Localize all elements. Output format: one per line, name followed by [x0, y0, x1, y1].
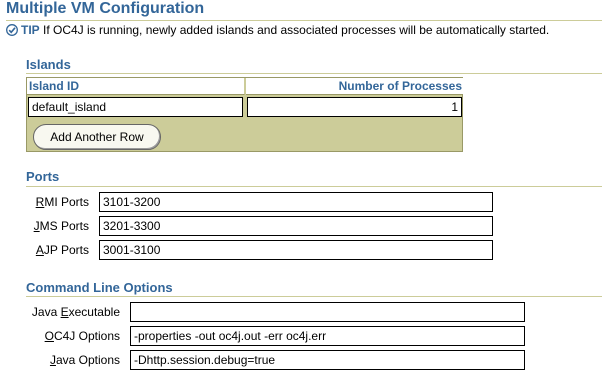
islands-table: Island ID Number of Processes Add Anothe… [26, 77, 463, 152]
add-another-row-button[interactable]: Add Another Row [33, 124, 161, 150]
column-header-island-id: Island ID [27, 78, 245, 95]
number-of-processes-input[interactable] [247, 97, 462, 117]
rmi-ports-label: RMI Ports [35, 195, 89, 209]
java-options-label: Java Options [49, 353, 120, 367]
command-line-options-section-header: Command Line Options [26, 280, 173, 295]
title-divider [6, 20, 602, 21]
ajp-ports-label: AJP Ports [35, 243, 89, 257]
column-header-number-of-processes: Number of Processes [246, 78, 463, 95]
java-options-input[interactable] [130, 350, 525, 370]
ports-section-header: Ports [26, 169, 60, 184]
rmi-ports-input[interactable] [99, 192, 493, 212]
tip-text: If OC4J is running, newly added islands … [39, 23, 550, 37]
java-executable-input[interactable] [130, 302, 525, 322]
tip-label: TIP [21, 23, 40, 37]
tip-message: TIP If OC4J is running, newly added isla… [21, 23, 549, 37]
oc4j-options-label: OC4J Options [44, 329, 120, 343]
oc4j-options-input[interactable] [130, 326, 525, 346]
ajp-ports-input[interactable] [99, 240, 493, 260]
java-executable-label: Java Executable [31, 305, 120, 319]
island-id-input[interactable] [28, 97, 243, 117]
command-line-options-section-divider [26, 296, 602, 297]
islands-section-divider [26, 73, 602, 74]
page-title: Multiple VM Configuration [6, 0, 205, 17]
check-circle-icon [6, 24, 18, 36]
islands-section-header: Islands [26, 57, 71, 72]
jms-ports-label: JMS Ports [33, 219, 89, 233]
jms-ports-input[interactable] [99, 216, 493, 236]
ports-section-divider [26, 186, 602, 187]
